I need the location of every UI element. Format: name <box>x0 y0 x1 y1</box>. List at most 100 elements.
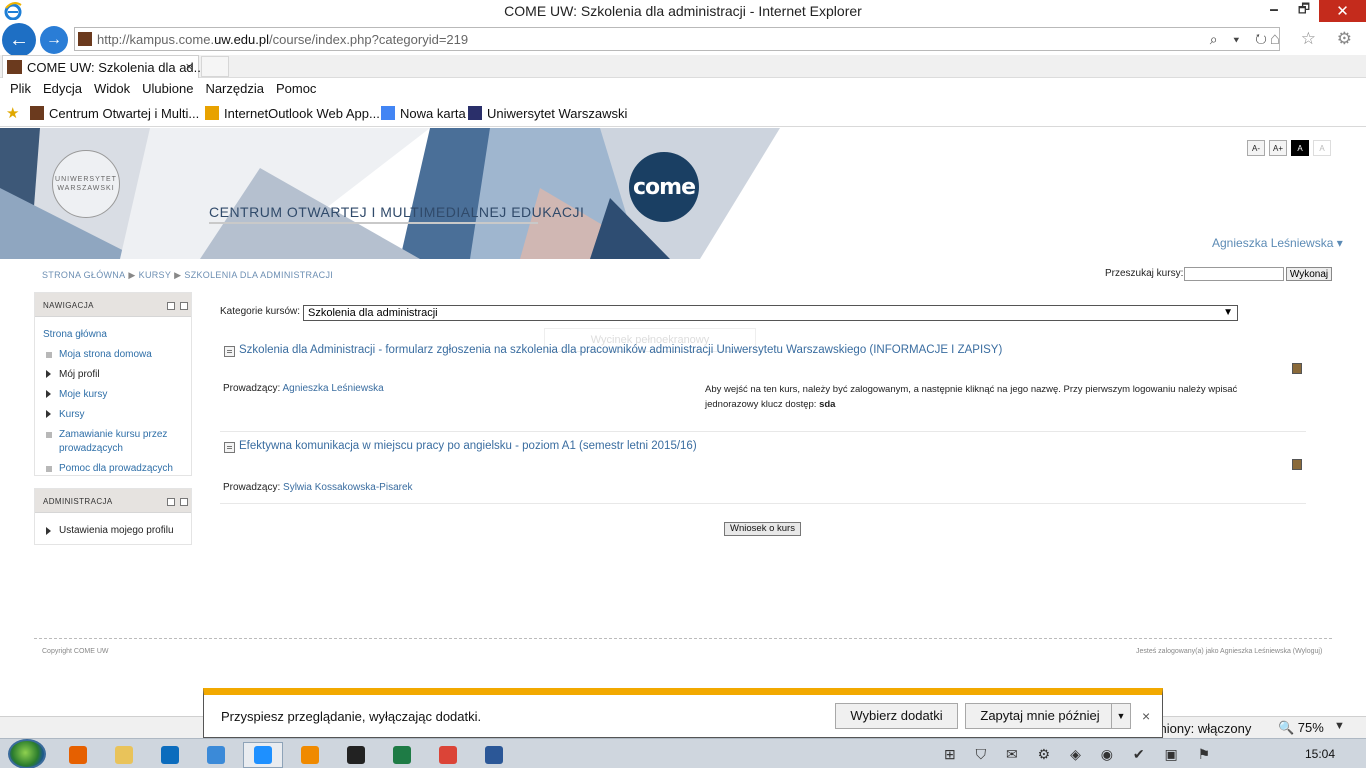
breadcrumb-home[interactable]: STRONA GŁÓWNA <box>42 270 125 280</box>
minimize-button[interactable]: 🗕 <box>1259 0 1289 22</box>
arrow-left-icon: ← <box>9 28 29 51</box>
footer-divider <box>34 638 1332 639</box>
default-contrast-button[interactable]: A <box>1313 140 1331 156</box>
taskbar-excel-icon[interactable] <box>382 742 422 768</box>
taskbar-firefox-icon[interactable] <box>58 742 98 768</box>
maximize-button[interactable]: 🗗 <box>1289 0 1319 22</box>
menu-tools[interactable]: Narzędzia <box>199 78 270 100</box>
google-favicon-icon <box>381 106 395 120</box>
enrolment-key-icon <box>1292 363 1302 374</box>
course-summary: Aby wejść na ten kurs, należy być zalogo… <box>705 384 1238 410</box>
nav-item-course-request[interactable]: Zamawianie kursu przez prowadzących <box>45 428 185 456</box>
course-item: Szkolenia dla Administracji - formularz … <box>220 344 1306 432</box>
enrolment-key-icon <box>1292 459 1302 470</box>
breadcrumb-category[interactable]: SZKOLENIA DLA ADMINISTRACJI <box>184 270 333 280</box>
user-menu[interactable]: Agnieszka Leśniewska ▾ <box>1212 236 1343 250</box>
ask-later-button[interactable]: Zapytaj mnie później <box>965 703 1115 729</box>
come-logo[interactable]: come <box>629 152 699 222</box>
favorite-come[interactable]: Centrum Otwartej i Multi... <box>30 106 199 121</box>
breadcrumb-courses[interactable]: KURSY <box>139 270 172 280</box>
nav-item-courses[interactable]: Kursy <box>45 408 185 422</box>
addons-notification: Przyspiesz przeglądanie, wyłączając doda… <box>203 688 1163 738</box>
web-page: UNIWERSYTET WARSZAWSKI CENTRUM OTWARTEJ … <box>0 128 1366 718</box>
favorite-new-tab[interactable]: Nowa karta <box>381 106 466 121</box>
taskbar-outlook-icon[interactable] <box>150 742 190 768</box>
font-increase-button[interactable]: A+ <box>1269 140 1287 156</box>
taskbar-internet-explorer-icon[interactable] <box>243 742 283 768</box>
arrow-right-icon: → <box>46 31 62 48</box>
search-input[interactable] <box>1184 267 1284 281</box>
nav-home-link[interactable]: Strona główna <box>43 329 107 340</box>
back-button[interactable]: ← <box>2 23 36 57</box>
start-button[interactable] <box>8 739 46 768</box>
dock-icon[interactable] <box>167 498 175 506</box>
menu-favorites[interactable]: Ulubione <box>136 78 199 100</box>
forward-button[interactable]: → <box>40 26 68 54</box>
collapse-icon[interactable] <box>180 302 188 310</box>
favorites-star-icon[interactable]: ★ <box>6 104 19 122</box>
search-button[interactable]: Wykonaj <box>1286 267 1332 281</box>
expand-arrow-icon <box>46 410 51 418</box>
category-select[interactable]: Szkolenia dla administracji ▼ <box>303 305 1238 321</box>
taskbar-word-icon[interactable] <box>474 742 514 768</box>
navigation-block-title: NAWIGACJA <box>43 301 94 310</box>
new-tab-button[interactable] <box>201 56 229 77</box>
bullet-icon <box>46 352 52 358</box>
taskbar-cmd-icon[interactable] <box>336 742 376 768</box>
tab-favicon <box>7 60 22 74</box>
home-favorites-settings-icons[interactable]: ⌂ ☆ ⚙ <box>1270 29 1360 49</box>
clock[interactable]: 15:04 <box>1305 747 1335 761</box>
favorite-uw[interactable]: Uniwersytet Warszawski <box>468 106 627 121</box>
taskbar-remote-desktop-icon[interactable] <box>196 742 236 768</box>
nav-item-teacher-help[interactable]: Pomoc dla prowadzących <box>45 462 185 476</box>
course-name-link[interactable]: Efektywna komunikacja w miejscu pracy po… <box>239 440 697 452</box>
zoom-level[interactable]: 🔍 75% <box>1278 720 1324 736</box>
tab-active[interactable]: COME UW: Szkolenia dla ad... × <box>2 55 205 78</box>
font-decrease-button[interactable]: A- <box>1247 140 1265 156</box>
teacher-link[interactable]: Agnieszka Leśniewska <box>282 383 383 394</box>
collapse-icon[interactable] <box>180 498 188 506</box>
teacher-link[interactable]: Sylwia Kossakowska-Pisarek <box>283 482 413 493</box>
administration-block: ADMINISTRACJA Ustawienia mojego profilu <box>34 488 192 545</box>
nav-item-my-profile[interactable]: Mój profil <box>45 368 185 382</box>
taskbar-chrome-icon[interactable] <box>428 742 468 768</box>
navigation-bar: ← → http://kampus.come.uw.edu.pl/course/… <box>0 23 1366 57</box>
zoom-dropdown-icon[interactable]: ▼ <box>1334 720 1345 732</box>
navigation-block: NAWIGACJA Strona główna Moja strona domo… <box>34 292 192 476</box>
taskbar-explorer-icon[interactable] <box>104 742 144 768</box>
course-teacher: Prowadzący: Sylwia Kossakowska-Pisarek <box>223 482 413 493</box>
address-bar[interactable]: http://kampus.come.uw.edu.pl/course/inde… <box>74 27 1280 51</box>
menu-edit[interactable]: Edycja <box>37 78 88 100</box>
system-tray-icons[interactable]: ⊞ ⛉ ✉ ⚙ ◈ ◉ ✔ ▣ ⚑ <box>944 746 1218 763</box>
search-label: Przeszukaj kursy: <box>1105 268 1184 279</box>
address-url[interactable]: http://kampus.come.uw.edu.pl/course/inde… <box>97 32 468 47</box>
bullet-icon <box>46 432 52 438</box>
choose-addons-button[interactable]: Wybierz dodatki <box>835 703 958 729</box>
site-favicon <box>78 32 92 46</box>
accessibility-controls: A- A+ A A <box>1247 140 1331 156</box>
close-notification-icon[interactable]: × <box>1142 708 1150 724</box>
tab-close-icon[interactable]: × <box>185 59 193 74</box>
close-window-button[interactable]: ✕ <box>1319 0 1366 22</box>
menu-view[interactable]: Widok <box>88 78 136 100</box>
profile-settings-link[interactable]: Ustawienia mojego profilu <box>45 525 174 536</box>
nav-item-my-courses[interactable]: Moje kursy <box>45 388 185 402</box>
come-favicon-icon <box>30 106 44 120</box>
taskbar-media-player-icon[interactable] <box>290 742 330 768</box>
course-name-link[interactable]: Szkolenia dla Administracji - formularz … <box>239 344 1002 356</box>
ask-later-dropdown-icon[interactable]: ▼ <box>1111 703 1131 729</box>
high-contrast-button[interactable]: A <box>1291 140 1309 156</box>
banner-underline <box>209 222 538 224</box>
request-course-button[interactable]: Wniosek o kurs <box>724 522 801 536</box>
menu-bar: Plik Edycja Widok Ulubione Narzędzia Pom… <box>0 78 1366 100</box>
bullet-icon <box>46 466 52 472</box>
banner-title: CENTRUM OTWARTEJ I MULTIMEDIALNEJ EDUKAC… <box>209 204 585 220</box>
menu-help[interactable]: Pomoc <box>270 78 322 100</box>
site-banner: UNIWERSYTET WARSZAWSKI CENTRUM OTWARTEJ … <box>0 128 780 259</box>
address-tools-icons[interactable]: ⌕ ▾ ↻ <box>1210 31 1273 48</box>
footer-login-info[interactable]: Jesteś zalogowany(a) jako Agnieszka Leśn… <box>1136 648 1322 655</box>
nav-item-my-home[interactable]: Moja strona domowa <box>45 348 185 362</box>
menu-file[interactable]: Plik <box>4 78 37 100</box>
favorite-outlook[interactable]: InternetOutlook Web App... <box>205 106 380 121</box>
dock-icon[interactable] <box>167 302 175 310</box>
